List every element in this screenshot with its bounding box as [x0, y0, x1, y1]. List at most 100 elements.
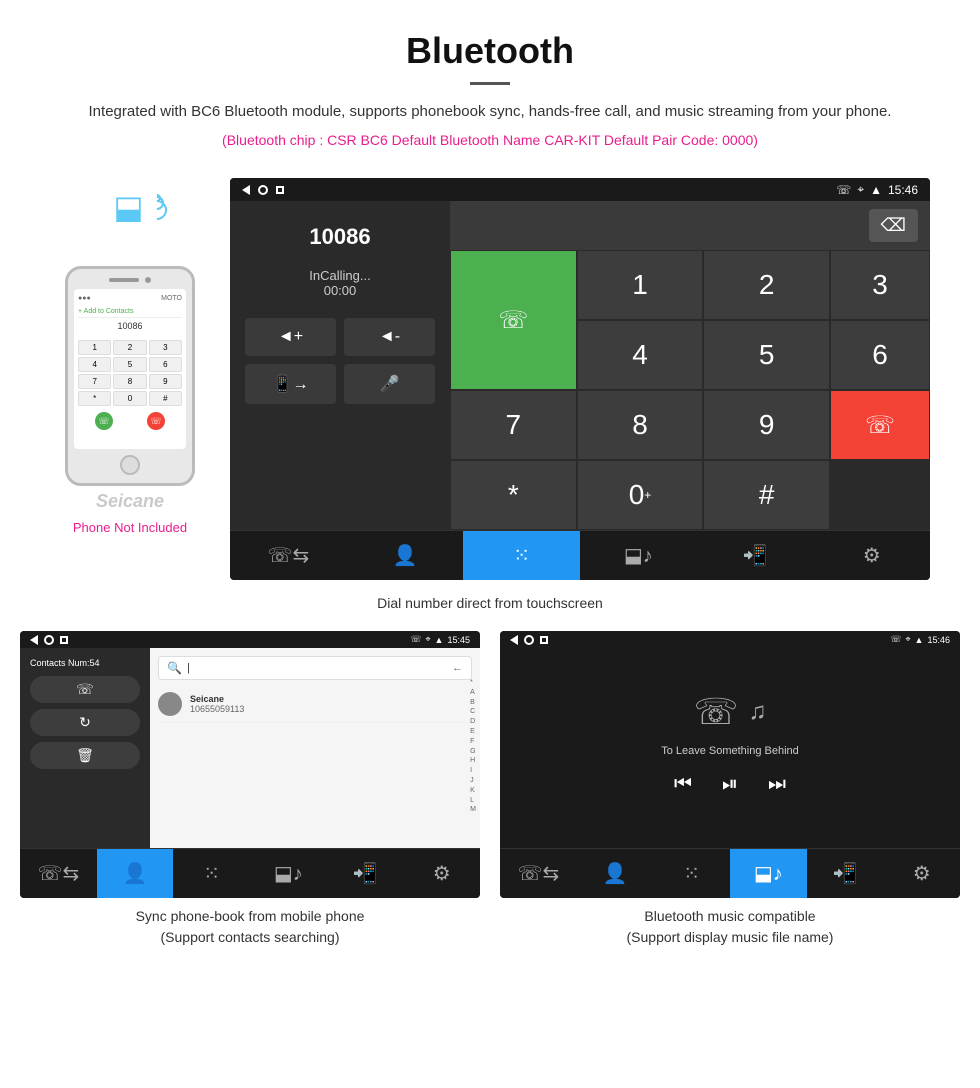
- contacts-refresh-btn[interactable]: ↻: [30, 709, 140, 736]
- phone-number: 10086: [78, 318, 182, 334]
- phone-end-button: ☏: [147, 412, 165, 430]
- music-play-btn[interactable]: ⏯: [722, 773, 738, 796]
- contact-number: 10655059113: [190, 704, 244, 714]
- hu-vol-up[interactable]: ◄+: [245, 318, 336, 356]
- phone-key-2: 2: [113, 340, 146, 355]
- hu-key-hash[interactable]: #: [703, 460, 830, 530]
- music-navbar: ☏⇆ 👤 ⁙ ⬓♪ 📲 ⚙: [500, 848, 960, 898]
- hu-controls: ◄+ ◄- 📱→ 🎤: [245, 318, 435, 404]
- contacts-screenshot: ☏ ⌖ ▲ 15:45 Contacts Num:54 ☏ ↻ 🗑: [20, 631, 480, 898]
- contacts-nav-settings[interactable]: ⚙: [403, 849, 480, 898]
- contact-item[interactable]: Seicane 10655059113: [158, 686, 472, 723]
- contacts-search-text[interactable]: |: [187, 662, 447, 674]
- hu-key-6[interactable]: 6: [830, 320, 930, 390]
- phone-not-included-label: Phone Not Included: [73, 520, 187, 535]
- hu-dialpad-area: ⌫ 1 2 3 ☏ 4 5 6 7 8 9 ☏ * 0+: [450, 201, 930, 530]
- hu-nav-bluetooth[interactable]: ⬓♪: [580, 531, 697, 580]
- hu-nav-settings[interactable]: ⚙: [813, 531, 930, 580]
- phone-speaker: [109, 278, 139, 282]
- hu-left-panel: 10086 InCalling... 00:00 ◄+ ◄- 📱→ 🎤: [230, 201, 450, 530]
- music-recent-icon: [540, 636, 548, 644]
- contacts-sidebar: Contacts Num:54 ☏ ↻ 🗑: [20, 648, 150, 848]
- music-home-icon: [524, 635, 534, 645]
- music-screenshot: ☏ ⌖ ▲ 15:46 ☏ ♫ To Leave Something Behin…: [500, 631, 960, 898]
- bluetooth-icon-area: ⬓: [113, 188, 166, 226]
- hu-phone-transfer[interactable]: 📱→: [245, 364, 336, 404]
- phone-status-icon: ☏: [836, 183, 851, 197]
- phone-key-6: 6: [149, 357, 182, 372]
- hu-dialed-number: 10086: [245, 216, 435, 258]
- music-next-btn[interactable]: ⏭: [768, 773, 786, 796]
- hu-nav-contacts[interactable]: 👤: [347, 531, 464, 580]
- recent-icon: [276, 186, 284, 194]
- contacts-nav-bluetooth[interactable]: ⬓♪: [250, 849, 327, 898]
- music-nav-exit[interactable]: 📲: [807, 849, 884, 898]
- phone-key-star: *: [78, 391, 111, 406]
- phone-status-right: MOTO: [161, 295, 182, 302]
- contact-avatar: [158, 692, 182, 716]
- music-nav-dialpad[interactable]: ⁙: [653, 849, 730, 898]
- contacts-main: 🔍 | ← Seicane 10655059113 * A: [150, 648, 480, 848]
- contacts-nav-exit[interactable]: 📲: [327, 849, 404, 898]
- main-section: ⬓ ●●● MOTO + Add to Contact: [0, 178, 980, 580]
- phone-key-3: 3: [149, 340, 182, 355]
- hu-keypad-grid: 1 2 3 ☏ 4 5 6 7 8 9 ☏ * 0+ #: [450, 250, 930, 530]
- music-back-icon: [510, 635, 518, 645]
- music-nav-settings[interactable]: ⚙: [883, 849, 960, 898]
- contacts-caption-line2: (Support contacts searching): [20, 927, 480, 948]
- hu-key-1[interactable]: 1: [577, 250, 704, 320]
- contacts-statusbar: ☏ ⌖ ▲ 15:45: [20, 631, 480, 648]
- hu-key-star[interactable]: *: [450, 460, 577, 530]
- hu-time: 15:46: [888, 183, 918, 197]
- phone-dial-grid: 1 2 3 4 5 6 7 8 9 * 0 #: [78, 340, 182, 406]
- hu-key-0plus[interactable]: 0+: [577, 460, 704, 530]
- music-nav-contacts[interactable]: 👤: [577, 849, 654, 898]
- music-nav-bluetooth[interactable]: ⬓♪: [730, 849, 807, 898]
- music-prev-btn[interactable]: ⏮: [674, 773, 692, 796]
- phone-call-button: ☏: [95, 412, 113, 430]
- hu-key-8[interactable]: 8: [577, 390, 704, 460]
- music-caption-line1: Bluetooth music compatible: [500, 906, 960, 927]
- phone-home-button: [120, 455, 140, 475]
- music-nav-phone[interactable]: ☏⇆: [500, 849, 577, 898]
- contacts-search-back[interactable]: ←: [452, 662, 463, 674]
- music-song-title: To Leave Something Behind: [661, 745, 799, 757]
- contacts-wifi-icon: ▲: [435, 635, 444, 645]
- contacts-delete-btn[interactable]: 🗑: [30, 742, 140, 769]
- hu-call-button[interactable]: ☏: [450, 250, 577, 390]
- music-statusbar: ☏ ⌖ ▲ 15:46: [500, 631, 960, 648]
- contacts-nav-contacts[interactable]: 👤: [97, 849, 174, 898]
- music-phone-icon: ☏: [890, 634, 901, 645]
- contacts-call-btn[interactable]: ☏: [30, 676, 140, 703]
- hu-statusbar: ☏ ⌖ ▲ 15:46: [230, 178, 930, 201]
- hu-key-9[interactable]: 9: [703, 390, 830, 460]
- hu-backspace-btn[interactable]: ⌫: [869, 209, 918, 242]
- hu-key-2[interactable]: 2: [703, 250, 830, 320]
- hu-key-7[interactable]: 7: [450, 390, 577, 460]
- hu-nav-phone-exit[interactable]: 📲: [697, 531, 814, 580]
- page-header: Bluetooth Integrated with BC6 Bluetooth …: [0, 0, 980, 178]
- contacts-search-icon: 🔍: [167, 661, 182, 675]
- phone-key-8: 8: [113, 374, 146, 389]
- phone-add-contacts: + Add to Contacts: [78, 306, 182, 318]
- phone-key-1: 1: [78, 340, 111, 355]
- bottom-section: ☏ ⌖ ▲ 15:45 Contacts Num:54 ☏ ↻ 🗑: [0, 631, 980, 968]
- main-caption: Dial number direct from touchscreen: [0, 595, 980, 611]
- contacts-nav-dialpad[interactable]: ⁙: [173, 849, 250, 898]
- contacts-screen: Contacts Num:54 ☏ ↻ 🗑 🔍 | ← Sei: [20, 648, 480, 848]
- hu-key-4[interactable]: 4: [577, 320, 704, 390]
- hu-nav-phone-transfer[interactable]: ☏⇆: [230, 531, 347, 580]
- wifi-icon: ▲: [870, 183, 882, 197]
- header-description: Integrated with BC6 Bluetooth module, su…: [20, 100, 960, 124]
- hu-mic[interactable]: 🎤: [344, 364, 435, 404]
- bottom-left-item: ☏ ⌖ ▲ 15:45 Contacts Num:54 ☏ ↻ 🗑: [20, 631, 480, 948]
- contacts-count: Contacts Num:54: [30, 658, 140, 668]
- contacts-nav-phone[interactable]: ☏⇆: [20, 849, 97, 898]
- music-caption: Bluetooth music compatible (Support disp…: [500, 906, 960, 948]
- phone-key-5: 5: [113, 357, 146, 372]
- hu-vol-down[interactable]: ◄-: [344, 318, 435, 356]
- hu-end-button[interactable]: ☏: [830, 390, 930, 460]
- hu-key-3[interactable]: 3: [830, 250, 930, 320]
- hu-nav-dialpad[interactable]: ⁙: [463, 531, 580, 580]
- hu-key-5[interactable]: 5: [703, 320, 830, 390]
